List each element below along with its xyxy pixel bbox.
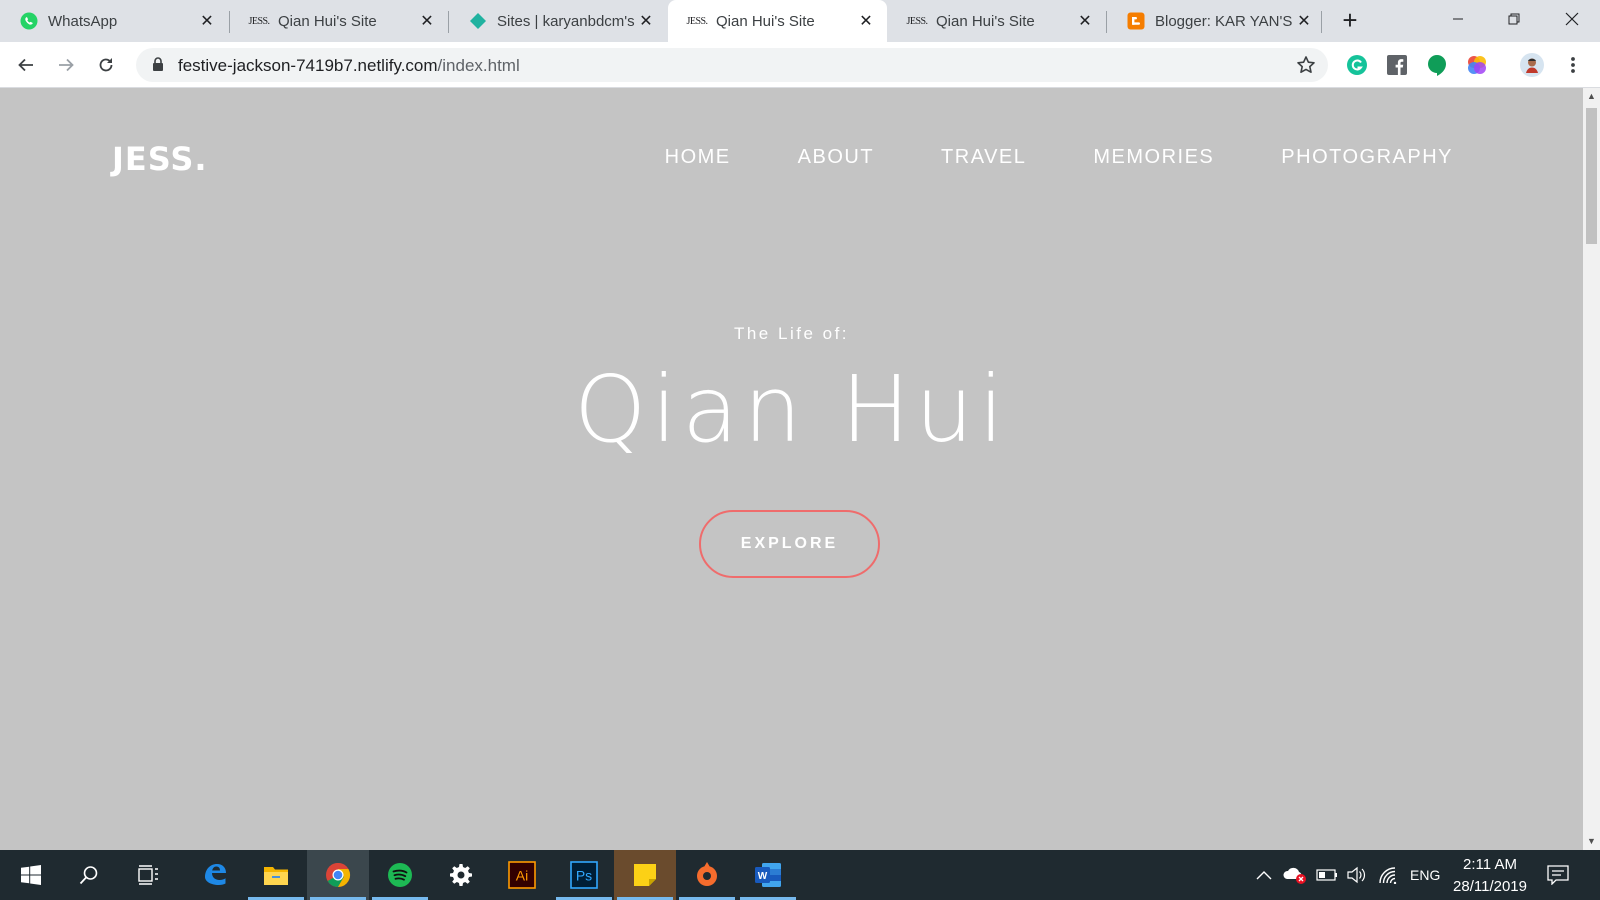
tab-title: Sites | karyanbdcm's xyxy=(497,12,635,30)
close-icon[interactable]: ✕ xyxy=(637,12,655,30)
scroll-up-icon[interactable]: ▲ xyxy=(1583,88,1600,105)
jess-favicon: JESS. xyxy=(248,15,270,27)
scroll-down-icon[interactable]: ▼ xyxy=(1583,833,1600,850)
bookmark-star-icon[interactable] xyxy=(1296,55,1316,80)
tray-overflow-icon[interactable] xyxy=(1256,850,1272,900)
chrome-icon[interactable] xyxy=(307,850,369,900)
facebook-icon[interactable] xyxy=(1385,53,1409,77)
nav-photography[interactable]: PHOTOGRAPHY xyxy=(1281,146,1453,169)
illustrator-icon[interactable]: Ai xyxy=(491,850,553,900)
start-icon[interactable] xyxy=(0,850,62,900)
clock-date: 28/11/2019 xyxy=(1453,878,1527,895)
photoshop-icon[interactable]: Ps xyxy=(553,850,615,900)
action-center-icon[interactable] xyxy=(1547,850,1569,900)
reload-icon[interactable] xyxy=(92,51,120,79)
photoshop-label: Ps xyxy=(576,868,592,884)
color-picker-icon[interactable] xyxy=(1465,53,1489,77)
blogger-icon xyxy=(1127,12,1145,30)
explore-button[interactable]: EXPLORE xyxy=(699,510,880,578)
sticky-notes-icon[interactable] xyxy=(614,850,676,900)
file-explorer-icon[interactable] xyxy=(245,850,307,900)
back-icon[interactable] xyxy=(12,51,40,79)
jess-favicon: JESS. xyxy=(906,15,928,27)
word-icon[interactable]: W xyxy=(737,850,799,900)
tab-whatsapp[interactable]: WhatsApp ✕ xyxy=(0,0,228,42)
close-icon[interactable]: ✕ xyxy=(198,12,216,30)
lock-icon[interactable] xyxy=(152,57,164,77)
wifi-icon[interactable] xyxy=(1378,850,1398,900)
windows-taskbar: Ai Ps W ENG 2:11 AM 28/11/2019 xyxy=(0,850,1600,900)
tab-qian-hui-site-active[interactable]: JESS. Qian Hui's Site ✕ xyxy=(668,0,887,42)
tab-title: Qian Hui's Site xyxy=(716,12,815,30)
search-icon[interactable] xyxy=(58,850,120,900)
battery-icon[interactable] xyxy=(1316,850,1338,900)
spotify-icon[interactable] xyxy=(369,850,431,900)
tab-title: Qian Hui's Site xyxy=(936,12,1035,30)
url-text: festive-jackson-7419b7.netlify.com/index… xyxy=(178,56,520,76)
hero-title: Qian Hui xyxy=(574,356,1009,463)
task-view-icon[interactable] xyxy=(118,850,180,900)
close-icon[interactable]: ✕ xyxy=(1076,12,1094,30)
clock-time: 2:11 AM xyxy=(1463,856,1517,873)
address-bar[interactable]: festive-jackson-7419b7.netlify.com/index… xyxy=(136,48,1328,82)
system-clock[interactable]: 2:11 AM 28/11/2019 xyxy=(1444,854,1536,898)
netlify-icon xyxy=(469,12,487,30)
settings-icon[interactable] xyxy=(430,850,492,900)
origin-icon[interactable] xyxy=(676,850,738,900)
tab-title: Blogger: KAR YAN'S xyxy=(1155,12,1293,30)
close-icon[interactable]: ✕ xyxy=(418,12,436,30)
tab-strip: WhatsApp ✕ JESS. Qian Hui's Site ✕ Sites… xyxy=(0,0,1600,42)
new-tab-button[interactable]: + xyxy=(1337,7,1363,34)
tab-separator xyxy=(1321,11,1322,33)
grammarly-icon[interactable] xyxy=(1345,53,1369,77)
browser-toolbar: festive-jackson-7419b7.netlify.com/index… xyxy=(0,42,1600,88)
url-path: /index.html xyxy=(437,56,520,75)
jess-favicon: JESS. xyxy=(686,15,708,27)
chrome-menu-icon[interactable] xyxy=(1561,53,1585,77)
word-label: W xyxy=(758,871,768,882)
nav-travel[interactable]: TRAVEL xyxy=(941,146,1026,169)
restore-icon[interactable] xyxy=(1486,0,1542,38)
window-close-icon[interactable] xyxy=(1544,0,1600,38)
site-logo[interactable]: JESS. xyxy=(112,140,208,178)
tab-qian-hui-site-1[interactable]: JESS. Qian Hui's Site ✕ xyxy=(230,0,448,42)
site-nav: HOME ABOUT TRAVEL MEMORIES PHOTOGRAPHY xyxy=(598,146,1453,169)
whatsapp-icon xyxy=(20,12,38,30)
illustrator-label: Ai xyxy=(516,868,528,884)
nav-about[interactable]: ABOUT xyxy=(798,146,874,169)
language-indicator[interactable]: ENG xyxy=(1410,850,1440,900)
edge-icon[interactable] xyxy=(184,850,246,900)
page-scrollbar[interactable]: ▲ ▼ xyxy=(1583,88,1600,850)
onedrive-error-icon[interactable] xyxy=(1283,850,1309,900)
page-viewport: JESS. HOME ABOUT TRAVEL MEMORIES PHOTOGR… xyxy=(0,88,1583,850)
tab-title: WhatsApp xyxy=(48,12,118,30)
scroll-thumb[interactable] xyxy=(1586,108,1597,244)
volume-icon[interactable] xyxy=(1346,850,1366,900)
url-host: festive-jackson-7419b7.netlify.com xyxy=(178,56,438,75)
tab-qian-hui-site-3[interactable]: JESS. Qian Hui's Site ✕ xyxy=(888,0,1106,42)
hangouts-icon[interactable] xyxy=(1425,53,1449,77)
hero-subtitle: The Life of: xyxy=(733,324,850,343)
profile-avatar-icon[interactable] xyxy=(1520,53,1544,77)
nav-memories[interactable]: MEMORIES xyxy=(1093,146,1214,169)
minimize-icon[interactable] xyxy=(1430,0,1486,38)
tab-netlify-sites[interactable]: Sites | karyanbdcm's ✕ xyxy=(449,0,667,42)
close-icon[interactable]: ✕ xyxy=(857,12,875,30)
close-icon[interactable]: ✕ xyxy=(1295,12,1313,30)
tab-title: Qian Hui's Site xyxy=(278,12,377,30)
forward-icon[interactable] xyxy=(52,51,80,79)
nav-home[interactable]: HOME xyxy=(665,146,731,169)
tab-blogger[interactable]: Blogger: KAR YAN'S ✕ xyxy=(1107,0,1325,42)
